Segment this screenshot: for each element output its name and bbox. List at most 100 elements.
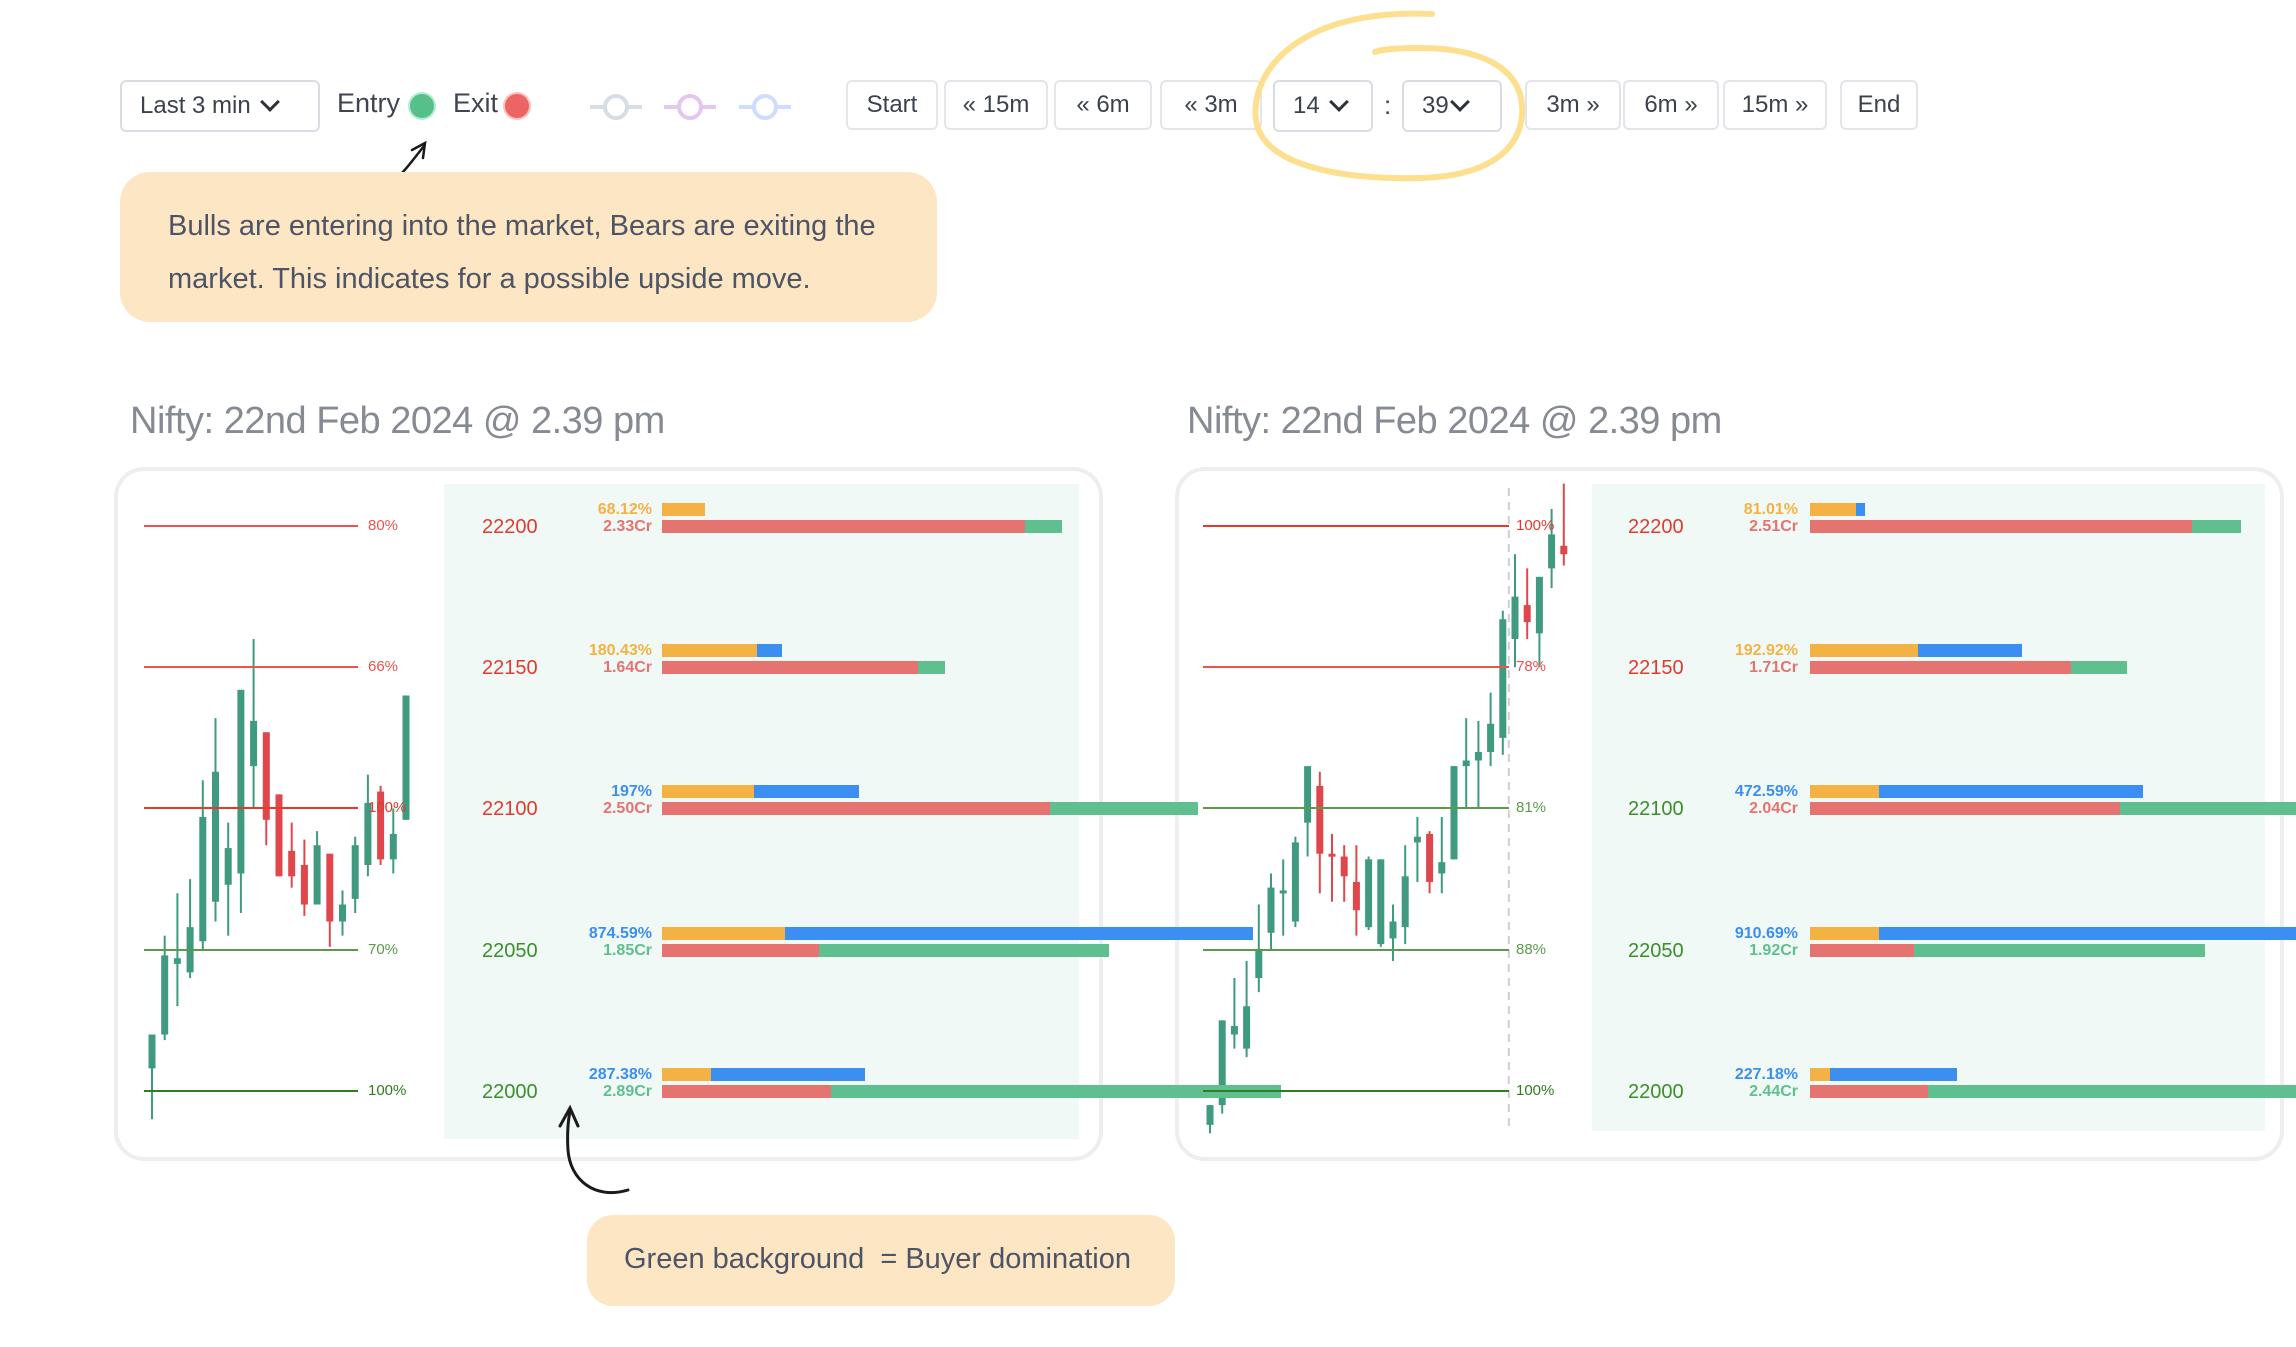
support-level-line: [144, 1090, 358, 1092]
bullish-candle: [1389, 904, 1397, 962]
candle-body: [1304, 766, 1312, 823]
candle-body: [1487, 723, 1495, 752]
arrow-annotation-icon: [558, 1104, 630, 1195]
candle-body: [1523, 605, 1531, 623]
oi-value-label: 2.51Cr: [1749, 518, 1798, 535]
strike-price-label: 22050: [482, 940, 538, 962]
candle-body: [1401, 876, 1409, 928]
bullish-candle: [1401, 845, 1409, 945]
bullish-candle: [1291, 836, 1299, 928]
candle-body: [1206, 1105, 1214, 1125]
resistance-level-line: [1203, 666, 1509, 668]
support-level-line: [1203, 807, 1509, 809]
bullish-candle: [1304, 766, 1312, 857]
candle-body: [1462, 760, 1470, 767]
oi-change-orange-bar: [662, 927, 786, 940]
oi-green-bar: [1050, 802, 1198, 815]
candle-body: [1377, 859, 1385, 945]
candle-body: [1548, 534, 1556, 569]
candle-body: [1511, 596, 1519, 639]
oi-red-bar: [662, 802, 1051, 815]
strike-price-label: 22100: [1628, 798, 1684, 820]
oi-change-orange-bar: [1810, 644, 1918, 657]
candle-body: [1267, 887, 1275, 933]
resistance-level-line: [1203, 525, 1509, 527]
oi-green-bar: [2191, 520, 2241, 533]
oi-red-bar: [662, 661, 918, 674]
oi-red-bar: [1810, 520, 2192, 533]
oi-value-label: 2.44Cr: [1749, 1083, 1798, 1100]
resistance-level-pct-label: 66%: [368, 658, 399, 675]
oi-change-blue-bar: [1878, 927, 2296, 940]
oi-red-bar: [662, 944, 820, 957]
oi-change-orange-bar: [1810, 503, 1856, 516]
support-level-line: [1203, 1090, 1509, 1092]
resistance-level-pct-label: 78%: [1516, 658, 1547, 675]
strike-price-label: 22000: [482, 1081, 538, 1103]
candle-body: [1328, 853, 1336, 857]
callout-green-background-text: Green background = Buyer domination: [624, 1243, 1132, 1275]
oi-value-label: 1.85Cr: [603, 942, 652, 959]
bullish-candle: [1377, 859, 1385, 947]
bullish-candle: [1487, 692, 1495, 767]
oi-red-bar: [1810, 802, 2121, 815]
oi-change-blue-bar: [1878, 785, 2143, 798]
oi-change-orange-bar: [662, 1068, 712, 1081]
oi-red-bar: [662, 520, 1026, 533]
oi-value-label: 1.92Cr: [1749, 942, 1798, 959]
oi-change-orange-bar: [662, 644, 758, 657]
oi-change-orange-bar: [1810, 927, 1879, 940]
resistance-level-line: [144, 525, 358, 527]
bullish-candle: [1474, 720, 1482, 809]
oi-change-pct-label: 81.01%: [1743, 501, 1798, 518]
oi-red-bar: [1810, 944, 1915, 957]
strike-price-label: 22150: [1628, 657, 1684, 679]
bullish-candle: [1535, 576, 1543, 668]
bullish-candle: [1279, 859, 1287, 936]
bullish-candle: [1413, 816, 1421, 882]
oi-change-pct-label: 287.38%: [588, 1066, 652, 1083]
candle-body: [1560, 545, 1568, 555]
bullish-candle: [1462, 718, 1470, 809]
strike-price-label: 22200: [1628, 516, 1684, 538]
resistance-level-line: [144, 807, 358, 809]
bullish-candle: [1365, 856, 1373, 930]
bearish-candle: [1560, 483, 1568, 566]
bearish-candle: [1523, 568, 1531, 639]
bearish-candle: [1316, 771, 1324, 894]
strike-price-label: 22200: [482, 516, 538, 538]
oi-change-blue-bar: [1855, 503, 1866, 516]
bullish-candle: [1218, 1020, 1226, 1114]
resistance-level-pct-label: 100%: [368, 799, 407, 816]
oi-change-pct-label: 68.12%: [597, 501, 652, 518]
bullish-candle: [1450, 766, 1458, 860]
resistance-level-pct-label: 80%: [368, 517, 399, 534]
oi-value-label: 1.71Cr: [1749, 659, 1798, 676]
oi-green-bar: [2120, 802, 2296, 815]
oi-value-label: 2.89Cr: [603, 1083, 652, 1100]
oi-green-bar: [917, 661, 946, 674]
candle-body: [1352, 881, 1360, 911]
candle-body: [1426, 833, 1434, 882]
support-level-pct-label: 100%: [368, 1082, 407, 1099]
oi-change-pct-label: 472.59%: [1734, 783, 1798, 800]
callout-green-background: Green background = Buyer domination: [587, 1215, 1175, 1306]
oi-change-orange-bar: [1810, 1068, 1830, 1081]
support-level-line: [144, 949, 358, 951]
oi-change-blue-bar: [757, 644, 783, 657]
candle-body: [1279, 890, 1287, 894]
candle-body: [1499, 619, 1507, 738]
bullish-candle: [1267, 873, 1275, 950]
candle-body: [1450, 766, 1458, 860]
bullish-candle: [1243, 961, 1251, 1058]
bullish-candle: [1511, 554, 1519, 668]
bearish-candle: [1426, 831, 1434, 894]
strike-price-label: 22100: [482, 798, 538, 820]
strike-price-label: 22150: [482, 657, 538, 679]
strike-price-label: 22000: [1628, 1081, 1684, 1103]
bearish-candle: [1352, 845, 1360, 936]
oi-change-pct-label: 197%: [611, 783, 652, 800]
oi-value-label: 2.33Cr: [603, 518, 652, 535]
oi-green-bar: [1914, 944, 2205, 957]
candle-body: [1316, 785, 1324, 854]
